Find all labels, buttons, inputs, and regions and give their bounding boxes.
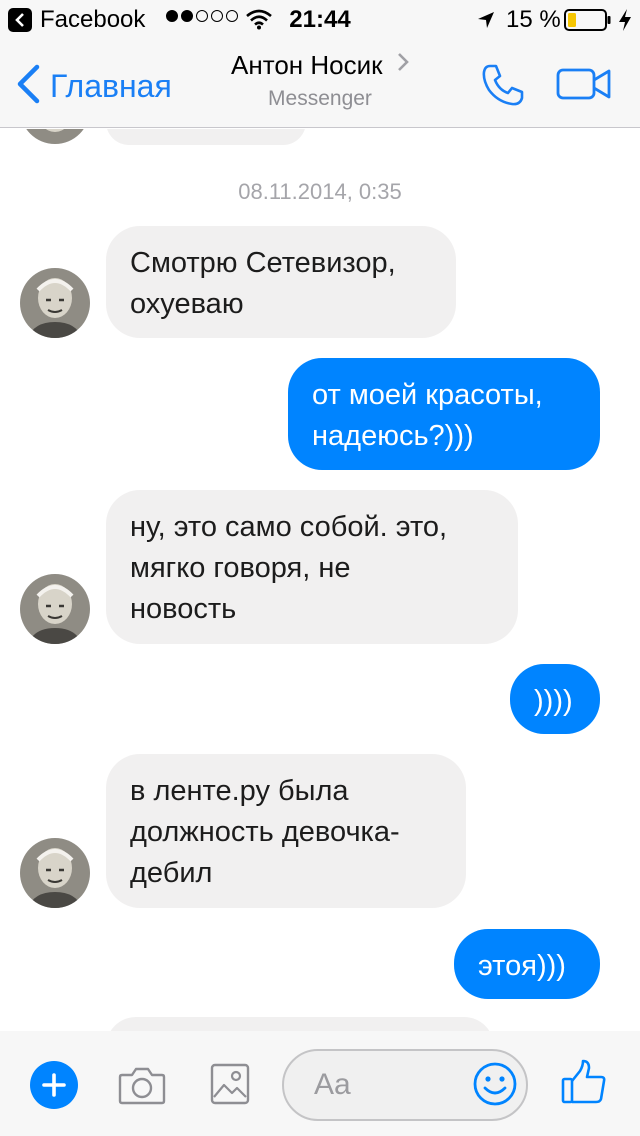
plus-icon[interactable]: [30, 1061, 78, 1109]
outgoing-message-bubble[interactable]: )))): [510, 664, 600, 734]
video-camera-icon[interactable]: [556, 66, 612, 107]
contact-subtitle: Messenger: [268, 87, 372, 110]
image-icon[interactable]: [210, 1063, 250, 1110]
outgoing-message-bubble[interactable]: этоя))): [454, 929, 600, 999]
message-text-line: ну, это само собой. это,: [130, 511, 448, 543]
contact-avatar[interactable]: [20, 574, 90, 644]
message-text-line: от моей красоты,: [312, 379, 543, 411]
conversation-header: Главная Антон Носик Messenger: [0, 40, 640, 128]
battery-percentage: 15 %: [506, 6, 561, 33]
message-text-line: этоя))): [478, 950, 566, 982]
message-timestamp: 08.11.2014, 0:35: [238, 179, 402, 204]
message-text-line: дебил: [130, 857, 213, 889]
incoming-message-bubble[interactable]: в ленте.ру была должность девочка- дебил: [106, 754, 466, 908]
previous-message-bubble: [106, 129, 306, 145]
message-composer: Aa: [0, 1031, 640, 1136]
message-text-line: должность девочка-: [130, 816, 400, 848]
message-text-line: Смотрю Сетевизор,: [130, 247, 396, 279]
phone-icon[interactable]: [480, 62, 526, 113]
message-text-line: )))): [534, 685, 573, 717]
contact-title[interactable]: Антон Носик Messenger: [0, 50, 640, 111]
message-list[interactable]: 08.11.2014, 0:35 Смотрю Сетевизор, охуев…: [0, 129, 640, 1031]
message-text-line: охуеваю: [130, 288, 244, 320]
charging-bolt-icon: [618, 8, 632, 39]
next-message-bubble: [106, 1017, 494, 1031]
message-text-line: мягко говоря, не: [130, 552, 351, 584]
smiley-icon[interactable]: [472, 1061, 518, 1112]
status-bar: Facebook 21:44 15 %: [0, 0, 640, 40]
battery-icon: [564, 9, 612, 38]
message-text-line: новость: [130, 593, 237, 625]
contact-avatar[interactable]: [20, 129, 90, 144]
chevron-right-icon: [397, 52, 409, 77]
message-input[interactable]: Aa: [282, 1049, 528, 1121]
outgoing-message-bubble[interactable]: от моей красоты, надеюсь?))): [288, 358, 600, 470]
contact-name: Антон Носик: [231, 50, 383, 80]
thumbs-up-icon[interactable]: [560, 1059, 608, 1110]
incoming-message-bubble[interactable]: ну, это само собой. это, мягко говоря, н…: [106, 490, 518, 644]
message-input-placeholder: Aa: [314, 1068, 351, 1101]
camera-icon[interactable]: [118, 1065, 166, 1110]
location-arrow-icon: [476, 9, 496, 37]
message-text-line: в ленте.ру была: [130, 775, 349, 807]
incoming-message-bubble[interactable]: Смотрю Сетевизор, охуеваю: [106, 226, 456, 338]
message-text-line: надеюсь?))): [312, 420, 474, 452]
contact-avatar[interactable]: [20, 268, 90, 338]
contact-avatar[interactable]: [20, 838, 90, 908]
